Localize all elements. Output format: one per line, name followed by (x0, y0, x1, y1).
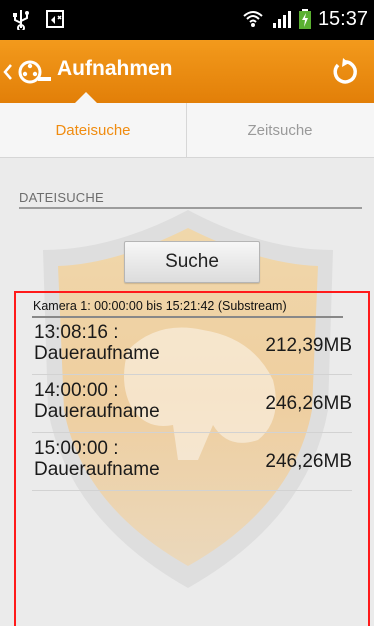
signal-icon (272, 11, 291, 28)
recording-time: 14:00:00 : (34, 380, 119, 401)
camera-reel-icon (18, 60, 51, 84)
tab-bar: Dateisuche Zeitsuche (0, 103, 374, 158)
refresh-button[interactable] (324, 52, 364, 92)
section-header: DATEISUCHE (19, 190, 104, 205)
search-button[interactable]: Suche (124, 241, 260, 283)
battery-charging-icon (298, 9, 311, 29)
action-bar: Aufnahmen (0, 40, 374, 103)
tab-zeitsuche[interactable]: Zeitsuche (187, 103, 373, 157)
status-bar: 15:37 (0, 0, 374, 40)
cast-icon (46, 10, 64, 28)
recording-time: 15:00:00 : (34, 438, 119, 459)
recording-type: Daueraufname (34, 401, 160, 422)
results-highlight: Kamera 1: 00:00:00 bis 15:21:42 (Substre… (14, 291, 370, 626)
recording-size: 246,26MB (265, 451, 352, 472)
active-tab-indicator (98, 146, 120, 157)
recording-type: Daueraufname (34, 343, 160, 364)
recording-size: 246,26MB (265, 393, 352, 414)
wifi-icon (243, 11, 263, 27)
clock: 15:37 (317, 8, 368, 30)
section-divider (19, 207, 362, 209)
usb-icon (13, 10, 29, 30)
back-button[interactable] (2, 56, 54, 88)
chevron-left-icon (3, 64, 12, 80)
camera-range-label: Kamera 1: 00:00:00 bis 15:21:42 (Substre… (33, 299, 287, 313)
recording-type: Daueraufname (34, 459, 160, 480)
page-title: Aufnahmen (57, 57, 173, 80)
recording-row[interactable]: 13:08:16 : Daueraufname 212,39MB (32, 320, 352, 375)
recording-row[interactable]: 14:00:00 : Daueraufname 246,26MB (32, 378, 352, 433)
camera-divider (32, 316, 343, 318)
recording-row[interactable]: 15:00:00 : Daueraufname 246,26MB (32, 436, 352, 491)
refresh-icon (333, 58, 357, 84)
tab-dateisuche[interactable]: Dateisuche (0, 103, 187, 157)
recording-time: 13:08:16 : (34, 322, 119, 343)
recording-size: 212,39MB (265, 335, 352, 356)
